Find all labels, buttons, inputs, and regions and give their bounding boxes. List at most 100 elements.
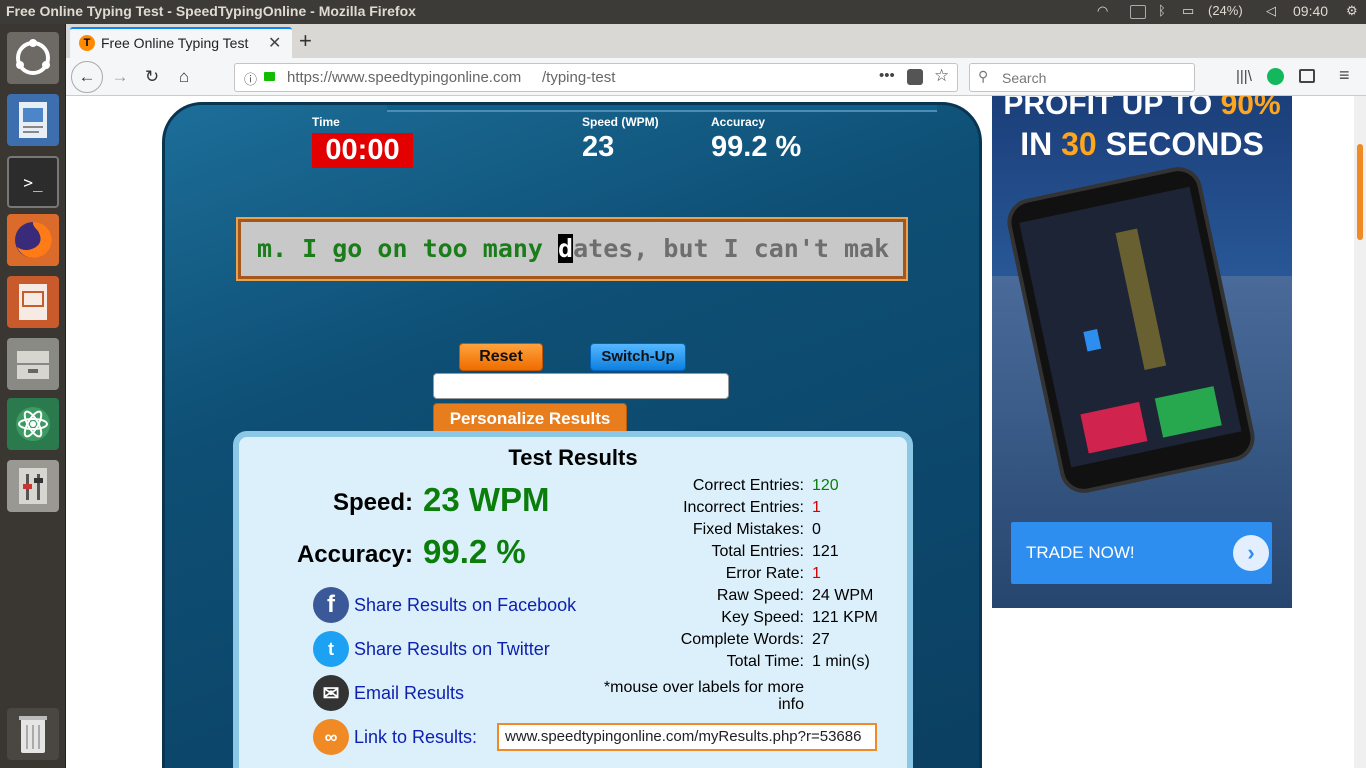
tab-bar: T Free Online Typing Test ✕ + (66, 24, 1366, 58)
detail-label[interactable]: Complete Words: (574, 631, 804, 649)
forward-button[interactable]: → (106, 63, 134, 91)
terminal-icon[interactable]: >_ (7, 156, 59, 208)
page-content: Time 00:00 Speed (WPM) 23 Accuracy 99.2 … (66, 96, 1354, 768)
window-title: Free Online Typing Test - SpeedTypingOnl… (6, 3, 416, 19)
detail-label[interactable]: Raw Speed: (574, 587, 804, 605)
menu-icon[interactable]: ≡ (1339, 65, 1350, 86)
link-to-results: ∞ Link to Results: (313, 719, 477, 755)
mixer-icon[interactable] (7, 460, 59, 512)
grammarly-icon[interactable] (1267, 68, 1284, 85)
detail-value: 27 (812, 631, 830, 648)
writer-icon[interactable] (7, 94, 59, 146)
info-icon[interactable]: ⓘ (244, 69, 257, 88)
switch-up-button[interactable]: Switch-Up (590, 343, 686, 371)
trade-now-button[interactable]: TRADE NOW! › (1011, 522, 1272, 584)
detail-value: 1 (812, 499, 821, 516)
detail-label[interactable]: Error Rate: (574, 565, 804, 583)
link-to-results-label: Link to Results: (354, 726, 478, 747)
detail-label[interactable]: Correct Entries: (574, 477, 804, 495)
bluetooth-icon[interactable]: ᛒ (1158, 3, 1166, 18)
trade-now-label: TRADE NOW! (1026, 543, 1135, 562)
trash-icon[interactable] (7, 708, 59, 760)
detail-value: 24 WPM (812, 587, 874, 604)
results-speed-label: Speed: (332, 489, 413, 516)
scrollbar-thumb[interactable] (1357, 144, 1363, 240)
new-tab-icon[interactable]: + (299, 28, 312, 54)
cursor-char: d (558, 234, 574, 263)
typing-text-box[interactable]: m. I go on too many dates, but I can't m… (236, 217, 908, 281)
url-host: https://www.speedtypingonline.com (287, 69, 522, 86)
reload-button[interactable]: ↻ (138, 63, 166, 91)
email-results-label[interactable]: Email Results (354, 683, 464, 704)
share-facebook-label[interactable]: Share Results on Facebook (354, 595, 576, 616)
system-top-bar: Free Online Typing Test - SpeedTypingOnl… (0, 0, 1366, 24)
detail-label[interactable]: Total Entries: (574, 543, 804, 561)
typing-test-panel: Time 00:00 Speed (WPM) 23 Accuracy 99.2 … (162, 102, 982, 768)
library-icon[interactable]: |||\ (1236, 68, 1252, 85)
firefox-icon[interactable] (7, 214, 59, 266)
wifi-icon[interactable]: ◠ (1097, 3, 1108, 19)
url-path: /typing-test (542, 69, 616, 86)
accuracy-value: 99.2 % (711, 131, 802, 163)
name-input[interactable] (433, 373, 729, 399)
home-button[interactable]: ⌂ (170, 63, 198, 91)
results-speed-value: 23 WPM (423, 481, 550, 518)
launcher: >_ (0, 24, 66, 768)
clock[interactable]: 09:40 (1293, 3, 1328, 19)
site-favicon-icon: T (79, 35, 95, 51)
link-icon: ∞ (313, 719, 349, 755)
speed-label: Speed (WPM) (582, 115, 659, 129)
chevron-right-icon: › (1233, 535, 1269, 571)
atom-icon[interactable] (7, 398, 59, 450)
share-twitter-label[interactable]: Share Results on Twitter (354, 639, 550, 660)
pocket-icon[interactable] (907, 69, 923, 85)
nav-bar: ← → ↻ ⌂ ⓘ https://www.speedtypingonline.… (66, 58, 1366, 96)
ubuntu-dash-icon[interactable] (7, 32, 59, 84)
email-icon: ✉ (313, 675, 349, 711)
remaining-text: ates, but I can't mak (573, 234, 890, 263)
results-link-input[interactable]: www.speedtypingonline.com/myResults.php?… (497, 723, 877, 751)
lock-icon (264, 72, 275, 81)
battery-icon[interactable]: ▭ (1182, 3, 1194, 19)
results-title: Test Results (508, 445, 638, 470)
share-facebook-link[interactable]: f Share Results on Facebook (313, 587, 576, 623)
tab-typing-test[interactable]: T Free Online Typing Test ✕ (70, 27, 292, 58)
detail-value: 0 (812, 521, 821, 538)
volume-icon[interactable]: ◁ (1266, 3, 1276, 19)
test-results-panel: Test Results Speed: 23 WPM Accuracy: 99.… (233, 431, 913, 768)
email-results-link[interactable]: ✉ Email Results (313, 675, 464, 711)
detail-value: 1 min(s) (812, 653, 870, 670)
tab-title: Free Online Typing Test (101, 35, 249, 51)
speed-value: 23 (582, 131, 615, 163)
page-actions-icon[interactable]: ••• (879, 67, 895, 84)
accuracy-label: Accuracy (711, 115, 766, 129)
url-bar[interactable]: ⓘ https://www.speedtypingonline.com /typ… (234, 63, 958, 92)
detail-value: 120 (812, 477, 839, 494)
page-scrollbar[interactable] (1354, 96, 1366, 768)
detail-label[interactable]: Key Speed: (574, 609, 804, 627)
typed-text: m. I go on too many (257, 234, 559, 263)
detail-label[interactable]: Incorrect Entries: (574, 499, 804, 517)
phone-screen (1019, 186, 1242, 468)
bookmark-star-icon[interactable]: ☆ (934, 66, 949, 86)
mouse-over-note: *mouse over labels for more info (603, 679, 804, 713)
settings-icon[interactable]: ⚙ (1346, 3, 1358, 19)
detail-value: 121 KPM (812, 609, 878, 626)
keyboard-icon[interactable] (1130, 5, 1146, 19)
sidebar-icon[interactable] (1299, 69, 1315, 83)
reset-button[interactable]: Reset (459, 343, 543, 371)
panel-top-bar (387, 105, 937, 112)
battery-percent[interactable]: (24%) (1208, 3, 1243, 18)
time-label: Time (312, 115, 340, 129)
share-twitter-link[interactable]: t Share Results on Twitter (313, 631, 550, 667)
back-button[interactable]: ← (71, 61, 103, 93)
detail-label[interactable]: Total Time: (574, 653, 804, 671)
trading-advertisement[interactable]: PROFIT UP TO 90% IN 30 SECONDS TRADE NOW… (992, 96, 1292, 608)
ad-headline-1: PROFIT UP TO 90% (1003, 96, 1281, 121)
files-icon[interactable] (7, 338, 59, 390)
search-input[interactable]: ⚲ Search (969, 63, 1195, 92)
close-tab-icon[interactable]: ✕ (268, 33, 281, 53)
detail-label[interactable]: Fixed Mistakes: (574, 521, 804, 539)
impress-icon[interactable] (7, 276, 59, 328)
results-accuracy-value: 99.2 % (423, 533, 526, 570)
